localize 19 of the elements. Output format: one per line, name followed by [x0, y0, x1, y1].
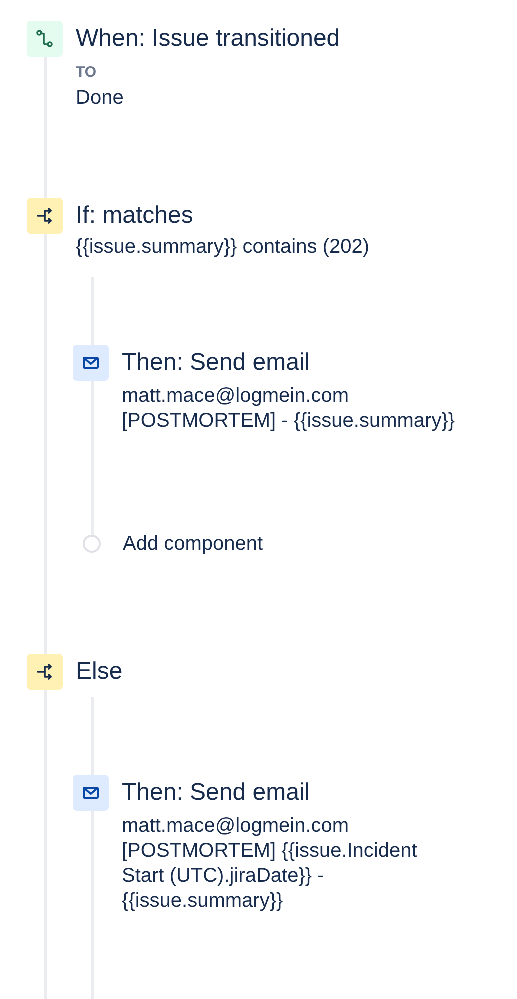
- branch-icon: [27, 654, 63, 690]
- field-value: Done: [76, 86, 125, 111]
- email-recipient: matt.mace@logmein.com: [122, 384, 350, 409]
- condition-detail: {{issue.summary}} contains (202): [76, 235, 370, 260]
- step-title[interactable]: Then: Send email: [122, 345, 456, 381]
- trigger-icon: [27, 21, 63, 57]
- branch-icon: [27, 198, 63, 234]
- email-subject: [POSTMORTEM] {{issue.Incident Start (UTC).jiraDate}} - {{issue.summary}}: [122, 839, 418, 914]
- step-title[interactable]: When: Issue transitioned: [76, 21, 340, 57]
- email-recipient: matt.mace@logmein.com: [122, 814, 350, 839]
- mail-icon: [73, 345, 109, 381]
- step-title[interactable]: If: matches: [76, 198, 370, 234]
- add-component-link[interactable]: Add component: [123, 529, 264, 559]
- email-subject: [POSTMORTEM] - {{issue.summary}}: [122, 409, 456, 434]
- step-title[interactable]: Else: [76, 654, 123, 690]
- mail-icon: [73, 775, 109, 811]
- field-label: TO: [76, 63, 98, 83]
- step-title[interactable]: Then: Send email: [122, 775, 462, 811]
- add-node-icon[interactable]: [83, 535, 101, 553]
